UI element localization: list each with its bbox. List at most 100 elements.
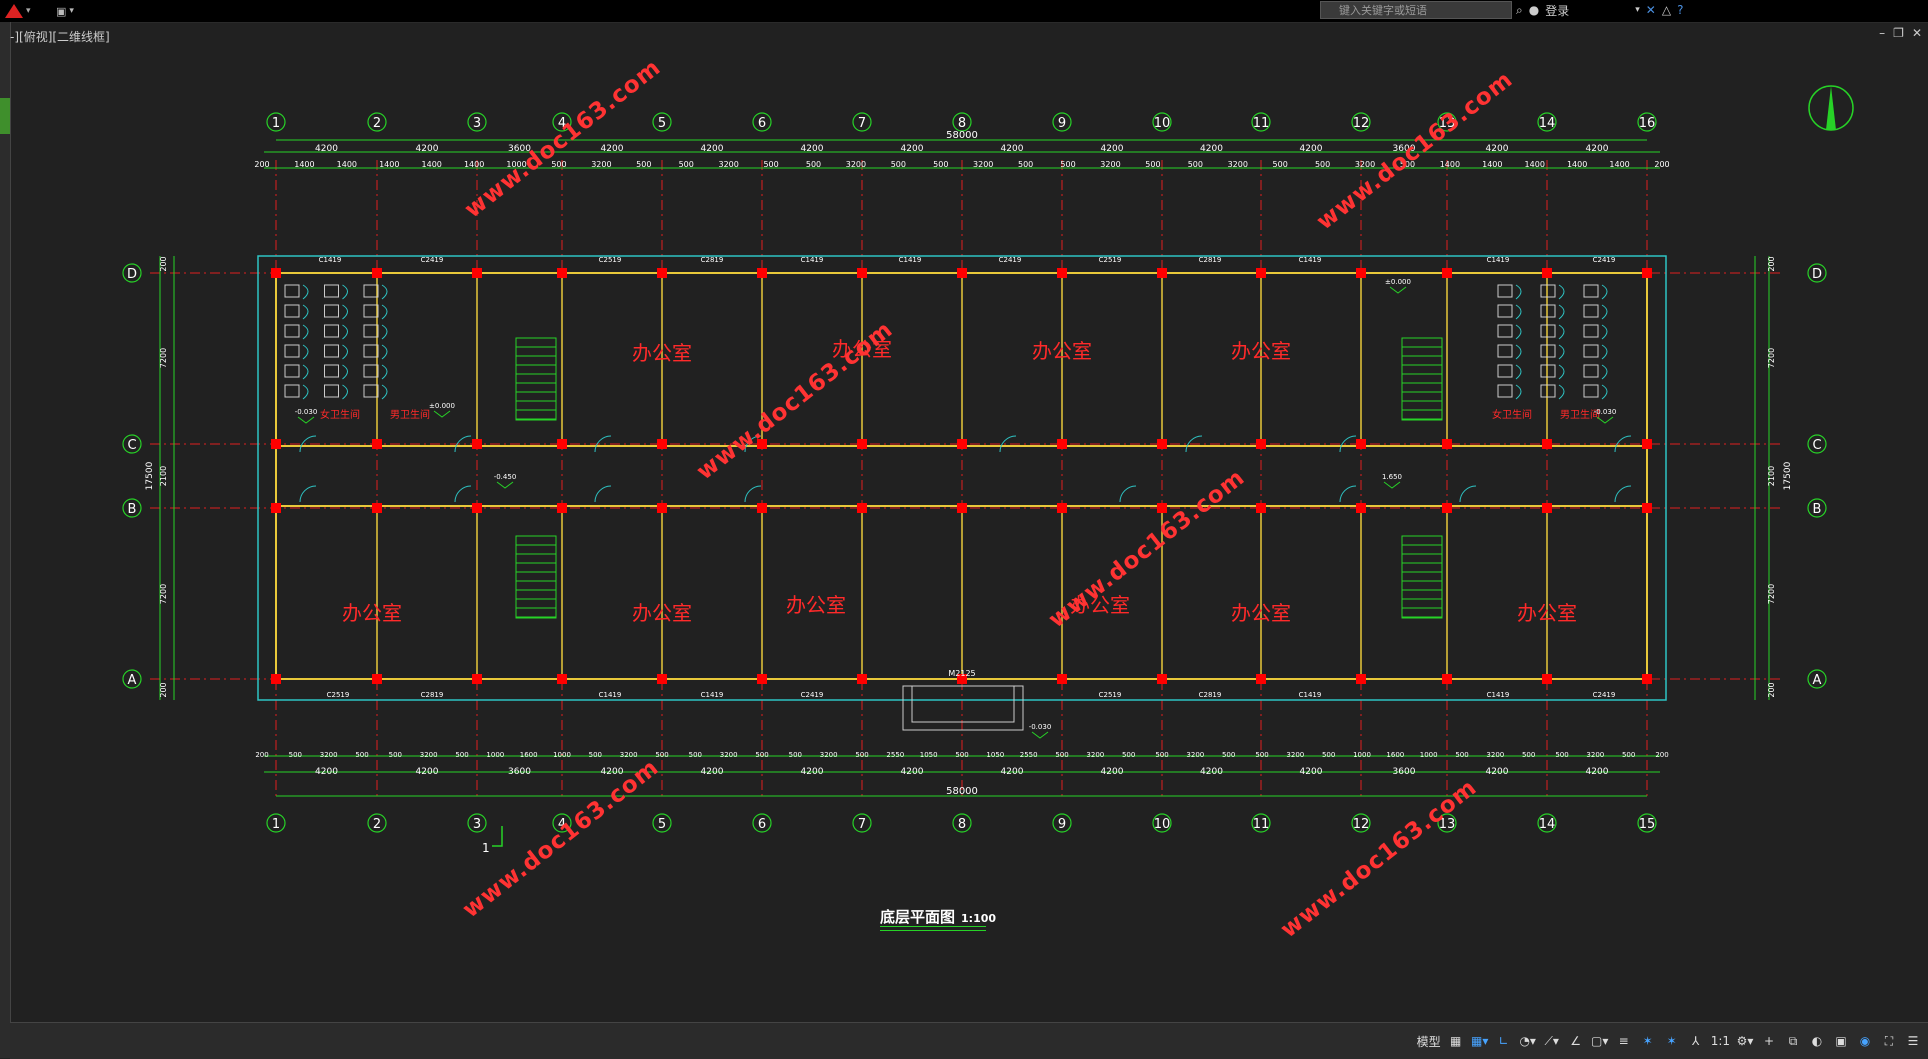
level-mark-symbol (1383, 481, 1401, 489)
a360-icon[interactable]: △ (1662, 3, 1671, 17)
axis-number: 7 (858, 817, 866, 832)
side-dimension: 2100 (159, 466, 168, 486)
floor-plan-drawing: 1 2 3 4 5 6 7 8 9 10 11 12 13 14 161 2 3 4 5 6 7 8 9 10 11 12 13 14… (122, 85, 1854, 855)
door-swing (1614, 485, 1632, 503)
detail-dimension: 3200 (620, 751, 638, 759)
toilet-fixture (1497, 384, 1513, 398)
column (372, 503, 382, 513)
axis-number: 14 (1539, 116, 1556, 131)
autoscale-icon[interactable]: ✶ (1663, 1031, 1681, 1051)
drawing-canvas[interactable]: 1 2 3 4 5 6 7 8 9 10 11 12 13 14 16 1 2 3 4 5 6 7 8 9 10 11 12 13 14… (10, 22, 1928, 1022)
axis-letter: D (127, 267, 137, 282)
isodraft-icon[interactable]: ⟋▾ (1543, 1031, 1561, 1051)
stall-door-swing (381, 284, 388, 300)
gear-icon[interactable]: ⚙▾ (1736, 1031, 1754, 1051)
application-menu-button[interactable]: ▾ (4, 2, 48, 20)
detail-dimension: 500 (933, 160, 948, 169)
column (271, 674, 281, 684)
toilet-fixture (324, 364, 339, 378)
toilet-fixture (324, 324, 339, 338)
ortho-icon[interactable]: ∟ (1495, 1031, 1513, 1051)
snap-icon[interactable]: ▦▾ (1471, 1031, 1489, 1051)
isolate-icon[interactable]: ◐ (1808, 1031, 1826, 1051)
bay-dimension: 4200 (601, 144, 624, 154)
toilet-fixture (1583, 304, 1599, 318)
stair-outline (515, 337, 557, 421)
annotation-visibility-icon[interactable]: ✶ (1639, 1031, 1657, 1051)
osnap-tracking-icon[interactable]: ∠ (1567, 1031, 1585, 1051)
bay-dimension: 4200 (1486, 767, 1509, 777)
column (1642, 439, 1652, 449)
stall-door-swing (1558, 364, 1565, 380)
detail-dimension: 3200 (718, 160, 738, 169)
level-mark-symbol (297, 416, 315, 424)
level-mark-symbol (433, 410, 451, 418)
axis-letter: C (1812, 438, 1821, 453)
column (1642, 503, 1652, 513)
detail-dimension: 500 (1273, 160, 1288, 169)
annotation-scale-value[interactable]: 1:1 (1711, 1031, 1730, 1051)
annotation-scale-icon[interactable]: ⅄ (1687, 1031, 1705, 1051)
hardware-accel-icon[interactable]: ▣ (1832, 1031, 1850, 1051)
grid-icon[interactable]: ▦ (1447, 1031, 1465, 1051)
drawing-scale: 1:100 (961, 912, 997, 925)
chevron-down-icon[interactable]: ▾ (1635, 5, 1640, 15)
level-mark: -0.450 (494, 473, 517, 481)
search-input[interactable]: 键入关键字或短语 (1320, 1, 1512, 19)
detail-dimension: 500 (1322, 751, 1335, 759)
bay-dimension: 4200 (315, 144, 338, 154)
axis-number: 10 (1154, 116, 1171, 131)
toilet-fixture (1497, 324, 1513, 338)
bay-dimension: 4200 (416, 144, 439, 154)
detail-dimension: 500 (755, 751, 768, 759)
room-label: 办公室 (786, 593, 846, 617)
bay-dimension: 4200 (901, 767, 924, 777)
exchange-icon[interactable]: ✕ (1646, 3, 1656, 17)
fullscreen-icon[interactable]: ⛶ (1880, 1031, 1898, 1051)
stair-outline (1401, 535, 1443, 619)
toilet-fixture (1497, 284, 1513, 298)
column (1157, 674, 1167, 684)
plus-icon[interactable]: + (1760, 1031, 1778, 1051)
toilet-fixture (1497, 364, 1513, 378)
axis-number: 9 (1058, 817, 1066, 832)
osnap-icon[interactable]: ▢▾ (1591, 1031, 1609, 1051)
column (1256, 503, 1266, 513)
chevron-down-icon[interactable]: ▾ (69, 6, 74, 16)
detail-dimension: 500 (455, 751, 468, 759)
column (1542, 439, 1552, 449)
column (1442, 674, 1452, 684)
toilet-fixture (284, 364, 300, 378)
binoculars-icon[interactable]: ⌕ (1516, 3, 1523, 18)
bay-dimension: 4200 (1101, 767, 1124, 777)
customize-icon[interactable]: ☰ (1904, 1031, 1922, 1051)
detail-dimension: 200 (255, 751, 268, 759)
drawing-title-text: 底层平面图 (880, 908, 956, 926)
polar-icon[interactable]: ◔▾ (1519, 1031, 1537, 1051)
section-mark: 1 (482, 841, 490, 855)
lineweight-icon[interactable]: ≡ (1615, 1031, 1633, 1051)
detail-dimension: 500 (679, 160, 694, 169)
axis-number: 2 (373, 817, 381, 832)
side-total-dimension: 17500 (1783, 461, 1793, 490)
detail-dimension: 500 (1188, 160, 1203, 169)
stall-door-swing (342, 324, 348, 340)
column (1157, 268, 1167, 278)
help-icon[interactable]: ? (1677, 3, 1683, 17)
column (557, 268, 567, 278)
toilet-fixture (284, 384, 300, 398)
stall-door-swing (342, 344, 348, 360)
clean-screen-icon[interactable]: ◉ (1856, 1031, 1874, 1051)
user-icon[interactable]: ● (1529, 3, 1539, 17)
axis-letter: A (1813, 673, 1822, 688)
stall-door-swing (302, 384, 309, 400)
login-button[interactable]: 登录 (1545, 2, 1569, 19)
door-swing (454, 485, 472, 503)
detail-dimension: 500 (806, 160, 821, 169)
toilet-fixture (363, 344, 379, 358)
model-tab[interactable]: 模型 (1417, 1031, 1441, 1051)
detail-dimension: 1400 (1609, 160, 1629, 169)
save-icon[interactable]: ▣ (56, 5, 66, 18)
workspace-icon[interactable]: ⧉ (1784, 1031, 1802, 1051)
stall-door-swing (1515, 384, 1522, 400)
